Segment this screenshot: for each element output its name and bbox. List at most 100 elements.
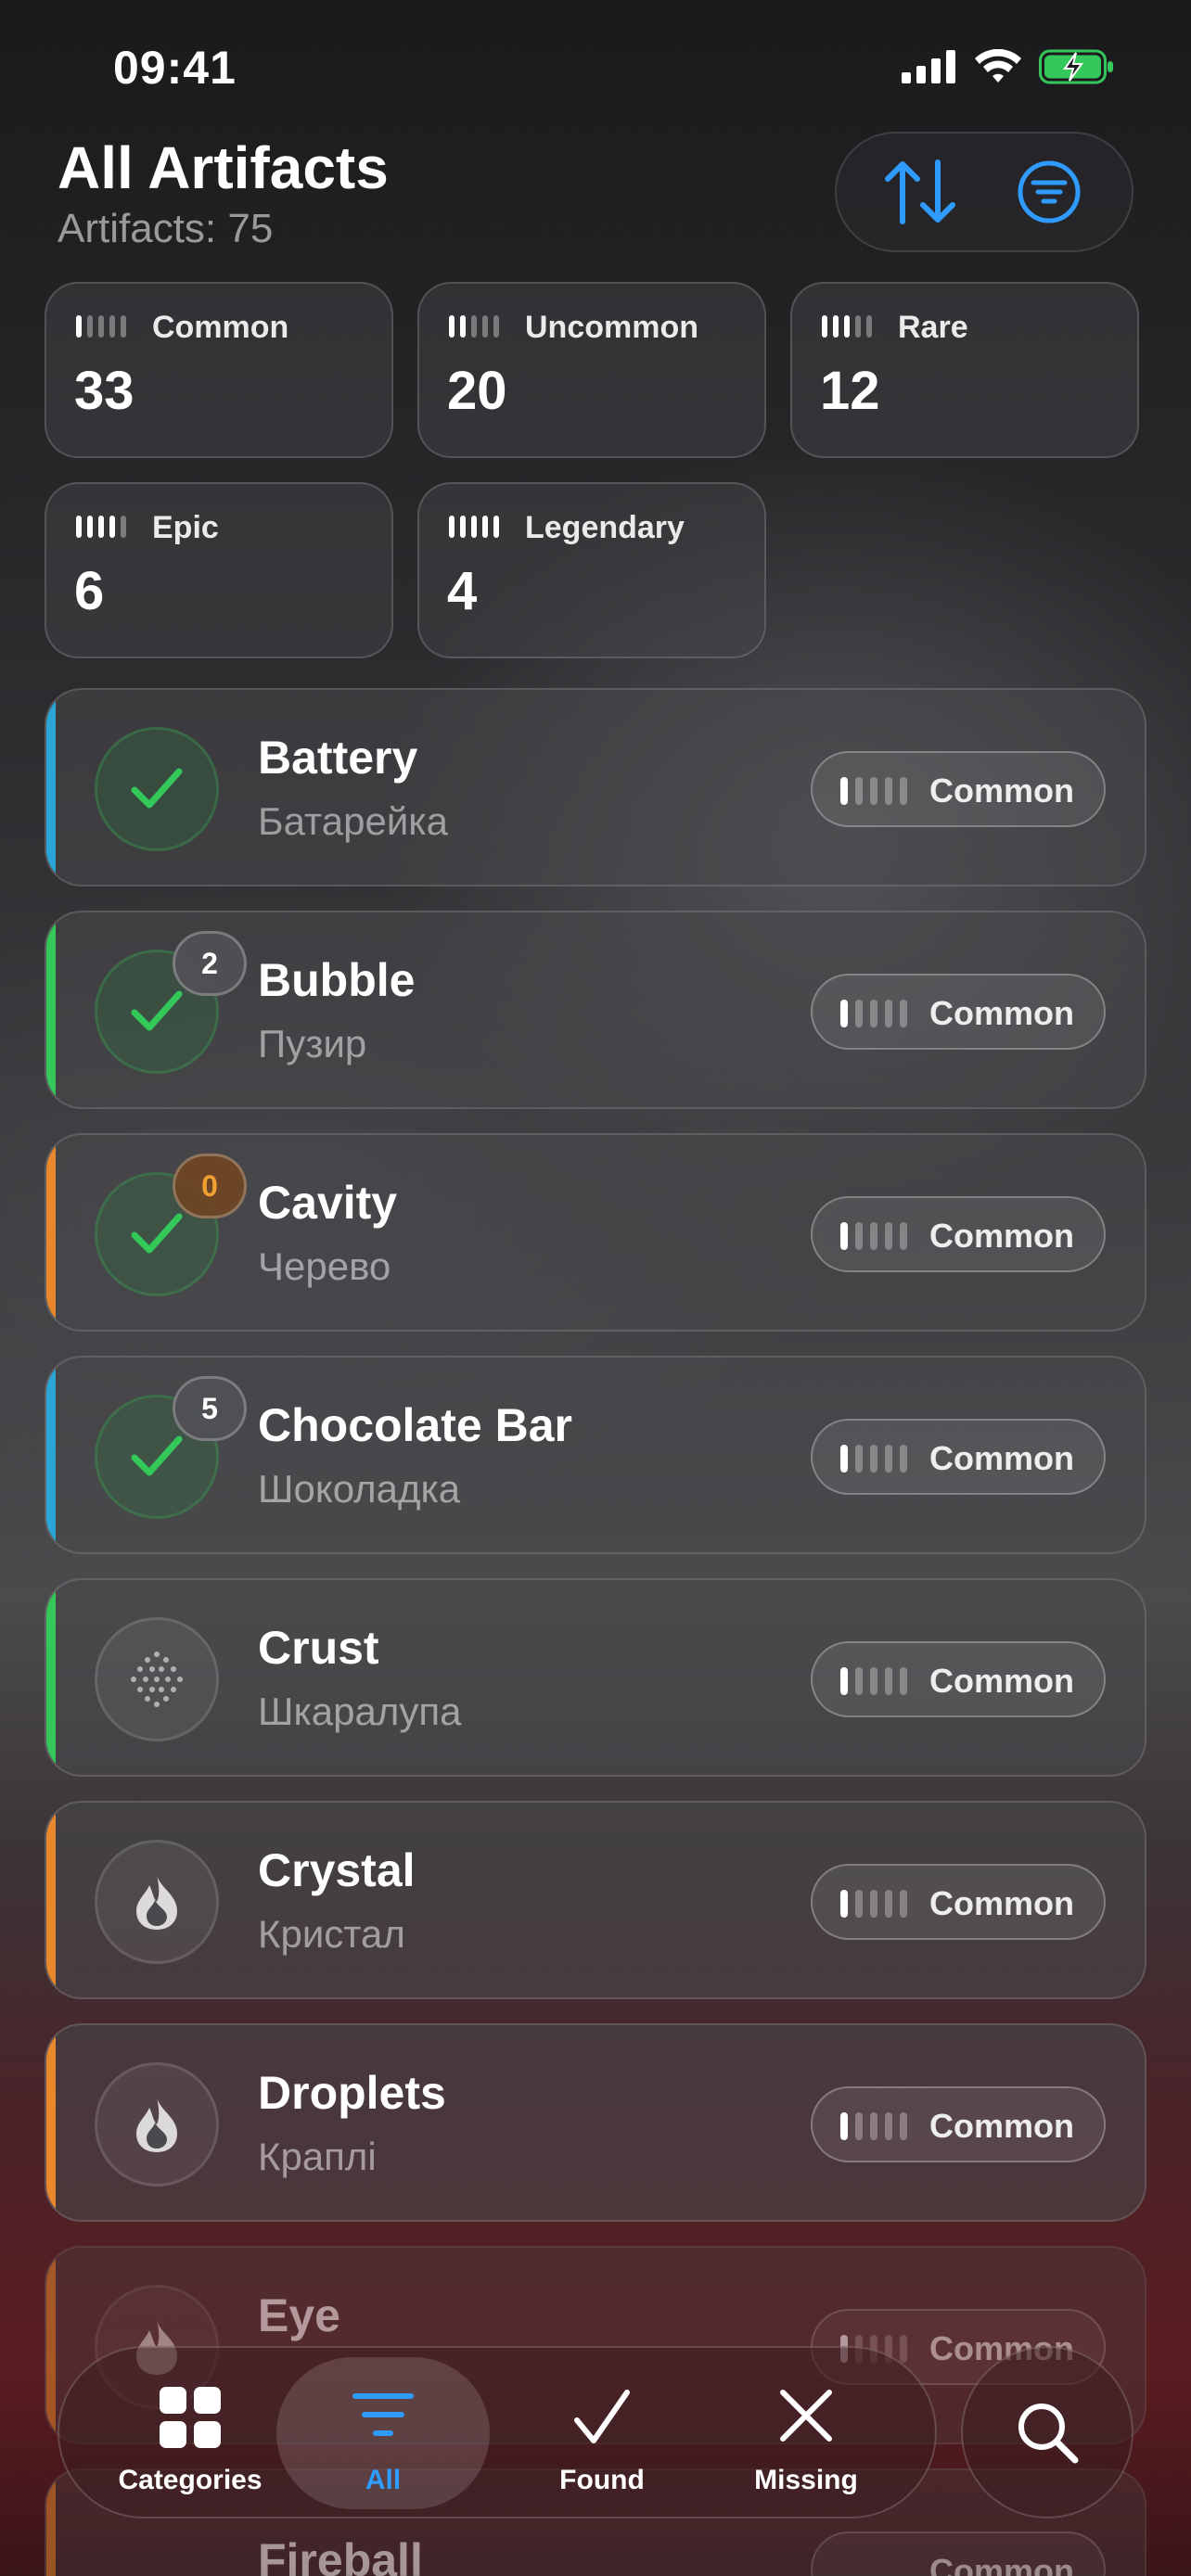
rarity-pill: Common (811, 751, 1106, 827)
rarity-bars-icon (449, 315, 499, 338)
rarity-pill: Common (811, 2531, 1106, 2576)
category-accent (46, 2470, 56, 2576)
rarity-pill: Common (811, 974, 1106, 1050)
rarity-bars-icon (840, 1222, 907, 1250)
rarity-pill: Common (811, 2086, 1106, 2162)
artifact-count: Artifacts: 75 (58, 206, 274, 251)
artifact-name-ua: Шоколадка (258, 1467, 461, 1511)
rarity-bars-icon (840, 1000, 907, 1027)
artifact-name: Crystal (258, 1844, 416, 1896)
list-filter-icon (352, 2393, 414, 2436)
rarity-bars-icon (822, 315, 872, 338)
artifact-name: Crust (258, 1622, 379, 1674)
artifact-row-bubble[interactable]: 2 Bubble Пузир Common (45, 911, 1146, 1109)
category-accent (46, 1803, 56, 1997)
stat-label: Uncommon (525, 310, 698, 345)
stat-count: 6 (74, 561, 105, 621)
rarity-label: Common (929, 1439, 1074, 1477)
status-time: 09:41 (113, 42, 237, 94)
tab-label: Missing (754, 2465, 858, 2495)
rarity-label: Common (929, 1884, 1074, 1922)
category-accent (46, 2025, 56, 2220)
stat-count: 4 (447, 561, 478, 621)
checkmark-icon (131, 1435, 183, 1476)
artifact-name-ua: Пузир (258, 1022, 367, 1065)
category-accent (46, 1580, 56, 1775)
rarity-bars-icon (840, 777, 907, 805)
category-accent (46, 912, 56, 1107)
stat-count: 20 (447, 361, 507, 421)
rarity-bars-icon (840, 2112, 907, 2140)
wifi-icon (975, 49, 1021, 83)
checkmark-icon (131, 990, 183, 1031)
stat-card-rare[interactable]: Rare 12 (790, 282, 1139, 458)
artifact-row-crystal[interactable]: Crystal Кристал Common (45, 1801, 1146, 1999)
arrow-up-down-icon (884, 159, 955, 224)
rarity-label: Common (929, 994, 1074, 1032)
tab-label: All (365, 2465, 402, 2495)
tab-bar: Categories All Found Missing (58, 2346, 937, 2519)
artifact-name-ua: Краплі (258, 2135, 377, 2178)
battery-charging-icon (1039, 49, 1113, 84)
artifact-row-battery[interactable]: Battery Батарейка Common (45, 688, 1146, 886)
tab-missing[interactable]: Missing (699, 2357, 913, 2509)
artifact-icon (95, 2062, 219, 2187)
checkmark-icon (131, 768, 183, 809)
rarity-bars-icon (840, 1445, 907, 1473)
stat-card-uncommon[interactable]: Uncommon 20 (417, 282, 766, 458)
filter-button[interactable] (1003, 146, 1095, 238)
artifact-name: Cavity (258, 1177, 398, 1229)
rarity-pill: Common (811, 1196, 1106, 1272)
count-badge: 2 (173, 931, 247, 996)
category-accent (46, 690, 56, 885)
artifact-row-cavity[interactable]: 0 Cavity Черево Common (45, 1133, 1146, 1332)
artifact-name: Droplets (258, 2067, 446, 2119)
rarity-bars-icon (76, 516, 126, 538)
artifact-name: Bubble (258, 954, 416, 1006)
status-bar: 09:41 (0, 0, 1191, 130)
rarity-label: Common (929, 2552, 1074, 2576)
header-actions (835, 132, 1133, 252)
tab-all[interactable]: All (276, 2357, 490, 2509)
artifact-name-ua: Шкаралупа (258, 1690, 462, 1733)
search-button[interactable] (961, 2346, 1133, 2519)
rarity-label: Common (929, 1662, 1074, 1700)
checkmark-icon (574, 2390, 630, 2443)
artifact-name: Battery (258, 732, 418, 784)
status-icons (902, 48, 1115, 85)
category-accent (46, 1135, 56, 1330)
rarity-bars-icon (840, 1890, 907, 1918)
page-title: All Artifacts (58, 134, 389, 201)
stat-card-epic[interactable]: Epic 6 (45, 482, 393, 658)
stat-label: Epic (152, 510, 219, 545)
artifact-name-ua: Черево (258, 1244, 391, 1288)
tab-label: Found (559, 2465, 645, 2495)
category-accent (46, 2248, 56, 2442)
stat-label: Legendary (525, 510, 685, 545)
category-accent (46, 1358, 56, 1552)
sort-button[interactable] (874, 146, 967, 238)
rarity-label: Common (929, 772, 1074, 810)
artifact-name-ua: Батарейка (258, 799, 448, 843)
artifact-name: Fireball (258, 2534, 423, 2576)
tab-categories[interactable]: Categories (83, 2357, 297, 2509)
count-badge: 0 (173, 1154, 247, 1218)
stat-card-legendary[interactable]: Legendary 4 (417, 482, 766, 658)
rarity-label: Common (929, 1217, 1074, 1255)
artifact-row-droplets[interactable]: Droplets Краплі Common (45, 2023, 1146, 2222)
stat-card-common[interactable]: Common 33 (45, 282, 393, 458)
artifact-row-chocolate-bar[interactable]: 5 Chocolate Bar Шоколадка Common (45, 1356, 1146, 1554)
artifact-row-crust[interactable]: Crust Шкаралупа Common (45, 1578, 1146, 1777)
filter-circle-icon (1018, 160, 1080, 223)
rarity-bars-icon (840, 1667, 907, 1695)
rarity-bars-icon (76, 315, 126, 338)
xmark-icon (780, 2390, 832, 2442)
flame-icon (136, 2097, 177, 2152)
tab-label: Categories (118, 2465, 263, 2495)
stat-count: 33 (74, 361, 134, 421)
tab-found[interactable]: Found (495, 2357, 709, 2509)
search-icon (1018, 2404, 1079, 2464)
checkmark-icon (131, 1213, 183, 1254)
rarity-pill: Common (811, 1864, 1106, 1940)
rarity-label: Common (929, 2107, 1074, 2145)
